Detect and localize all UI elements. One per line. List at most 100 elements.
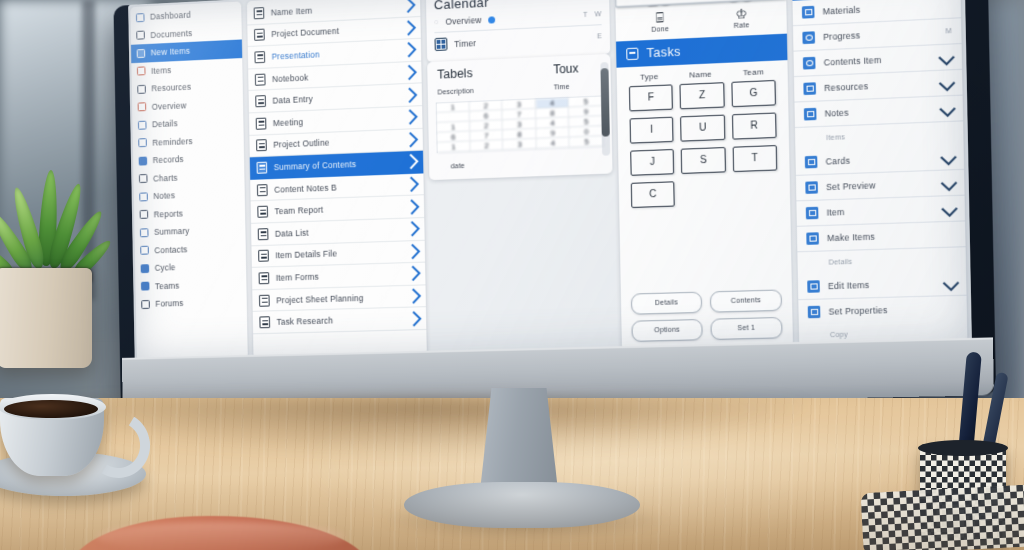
set-button[interactable]: Set 1 bbox=[710, 316, 783, 341]
square-icon bbox=[137, 84, 146, 94]
vertical-scrollbar[interactable] bbox=[600, 62, 611, 156]
task-stats: 18 ⌸ Done 88 ♔ Rate bbox=[615, 0, 787, 38]
calendar-grid[interactable]: 1 2 3 4 5 6 7 8 9 1 2 3 4 5 6 7 8 9 0 1 … bbox=[435, 95, 604, 154]
task-tile[interactable]: I bbox=[629, 116, 674, 144]
list-item[interactable]: Task Research bbox=[252, 307, 427, 335]
calendar-day-cell[interactable]: 3 bbox=[503, 139, 537, 151]
detail-row-label: Item bbox=[826, 206, 845, 218]
pen-holder-rim bbox=[918, 440, 1008, 456]
document-icon bbox=[256, 183, 268, 196]
calendar-day-cell[interactable]: 2 bbox=[470, 140, 504, 152]
more-icon[interactable]: ⋯ bbox=[594, 0, 601, 1]
chevron-right-icon[interactable] bbox=[406, 310, 422, 327]
detail-row-label: Make Items bbox=[827, 231, 875, 244]
sidebar-item-label: Overview bbox=[151, 100, 187, 112]
chevron-down-icon[interactable] bbox=[942, 274, 960, 291]
sidebar-item-label: Dashboard bbox=[149, 10, 191, 22]
chevron-right-icon[interactable] bbox=[405, 266, 421, 282]
chevron-right-icon[interactable] bbox=[403, 176, 420, 193]
chevron-down-icon[interactable] bbox=[938, 74, 956, 91]
chevron-right-icon[interactable] bbox=[403, 154, 419, 170]
detail-row-label: Materials bbox=[822, 4, 861, 17]
square-icon bbox=[137, 102, 147, 112]
column-header: Team bbox=[742, 67, 764, 78]
list-item-label: Project Sheet Planning bbox=[276, 292, 364, 305]
document-list-panel[interactable]: Name Item Project Document Presentation … bbox=[246, 0, 427, 359]
calendar-summary-card: Calendar ⋯ ◌ Overview T W Timer bbox=[425, 0, 611, 63]
column-header: Name bbox=[689, 69, 712, 80]
sidebar-item-label: New Items bbox=[150, 46, 191, 58]
list-item-label: Presentation bbox=[271, 49, 320, 62]
task-tile[interactable]: C bbox=[630, 181, 676, 208]
document-icon bbox=[258, 250, 269, 263]
calendar-detail-panel[interactable]: Calendar Materials ProgressM Contents It… bbox=[791, 0, 968, 347]
task-tile-grid[interactable]: F Z G I U R J S T C V — bbox=[614, 0, 790, 214]
list-item-label: Data Entry bbox=[272, 94, 313, 106]
document-icon bbox=[256, 139, 267, 152]
square-icon bbox=[807, 305, 821, 319]
task-tile[interactable]: Z bbox=[679, 82, 725, 110]
contents-button[interactable]: Contents bbox=[709, 289, 782, 313]
monitor-stand-base bbox=[404, 482, 640, 528]
calendar-day-cell[interactable]: 4 bbox=[536, 137, 571, 150]
square-icon bbox=[140, 263, 150, 273]
list-item-label: Data List bbox=[274, 227, 309, 239]
tasks-panel[interactable]: 18 ⌸ Done 88 ♔ Rate Tasks bbox=[614, 0, 793, 351]
document-icon bbox=[254, 73, 266, 86]
task-tile[interactable]: U bbox=[680, 114, 725, 142]
square-icon bbox=[140, 245, 149, 255]
chevron-down-icon[interactable] bbox=[940, 174, 958, 191]
list-item-label: Team Report bbox=[274, 204, 324, 217]
sidebar-item-label: Documents bbox=[150, 27, 193, 40]
square-icon bbox=[139, 228, 149, 238]
chevron-right-icon[interactable] bbox=[404, 221, 420, 237]
list-item-label: Task Research bbox=[276, 315, 334, 327]
chevron-right-icon[interactable] bbox=[404, 198, 420, 215]
chevron-down-icon[interactable] bbox=[941, 200, 958, 217]
calendar-row-meta: T bbox=[583, 11, 588, 19]
sidebar-item-label: Records bbox=[152, 154, 184, 166]
chevron-right-icon[interactable] bbox=[402, 87, 418, 103]
options-button[interactable]: Options bbox=[631, 318, 703, 342]
sidebar-item-label: Items bbox=[150, 64, 172, 76]
detail-row-label: Resources bbox=[824, 81, 869, 94]
square-icon bbox=[138, 174, 148, 184]
grid-icon bbox=[434, 37, 448, 52]
chevron-down-icon[interactable] bbox=[938, 49, 955, 66]
chevron-right-icon[interactable] bbox=[405, 243, 421, 260]
button-label: Options bbox=[653, 326, 680, 335]
calendar-day-cell[interactable]: 1 bbox=[437, 141, 471, 154]
detail-row-label: Progress bbox=[823, 30, 861, 43]
chevron-down-icon[interactable] bbox=[940, 148, 957, 166]
sidebar-item-label: Notes bbox=[153, 190, 176, 202]
chevron-right-icon[interactable] bbox=[400, 20, 417, 36]
chevron-right-icon[interactable] bbox=[401, 64, 417, 81]
navigation-sidebar[interactable]: Dashboard Documents New Items Items Reso… bbox=[130, 1, 248, 362]
square-icon bbox=[801, 5, 815, 19]
list-item-label: Project Outline bbox=[273, 137, 330, 150]
chevron-right-icon[interactable] bbox=[405, 288, 422, 304]
scrollbar-thumb[interactable] bbox=[600, 67, 610, 138]
detail-row-meta: M bbox=[945, 27, 952, 35]
avatar-icon: ◌ bbox=[434, 18, 439, 26]
chevron-right-icon[interactable] bbox=[403, 131, 419, 148]
calendar-day-cell[interactable]: 5 bbox=[570, 136, 604, 148]
task-tile[interactable]: G bbox=[731, 79, 776, 108]
chevron-right-icon[interactable] bbox=[400, 0, 416, 14]
details-button[interactable]: Details bbox=[630, 291, 703, 315]
detail-row-sub-label: Items bbox=[826, 134, 846, 143]
document-icon bbox=[253, 6, 265, 20]
chevron-right-icon[interactable] bbox=[401, 42, 417, 58]
stat-block: 88 ♔ Rate bbox=[728, 0, 755, 30]
task-tile[interactable]: S bbox=[681, 147, 726, 174]
sidebar-item[interactable]: Forums bbox=[136, 292, 247, 313]
square-icon bbox=[803, 82, 817, 96]
task-tile[interactable]: F bbox=[628, 84, 674, 112]
chevron-right-icon[interactable] bbox=[402, 109, 418, 125]
task-action-buttons[interactable]: Details Contents Options Set 1 bbox=[621, 287, 793, 350]
chevron-down-icon[interactable] bbox=[939, 100, 956, 117]
task-tile[interactable]: R bbox=[731, 112, 777, 140]
task-tile[interactable]: T bbox=[732, 145, 778, 173]
task-tile[interactable]: J bbox=[630, 148, 675, 176]
calendar-grid-card: Tabels Description Toux Time 1 2 3 4 5 6… bbox=[427, 53, 613, 181]
